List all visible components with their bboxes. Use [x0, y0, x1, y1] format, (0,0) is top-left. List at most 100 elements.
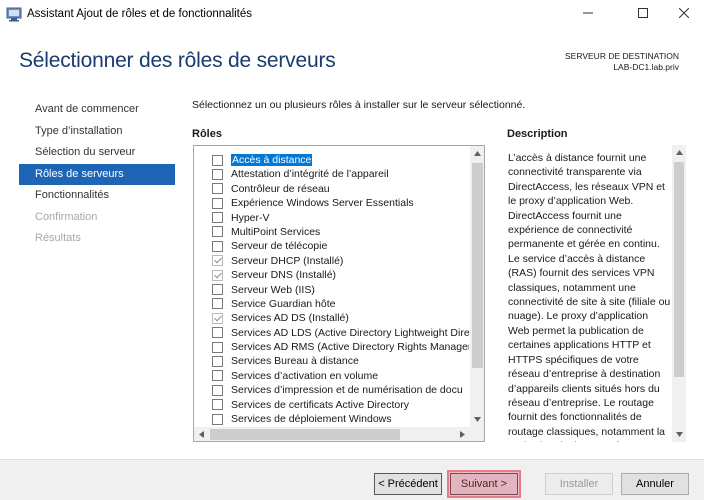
maximize-icon [638, 8, 648, 21]
install-button: Installer [545, 473, 613, 495]
roles-vertical-scrollbar[interactable] [470, 146, 484, 427]
checkbox[interactable] [212, 384, 223, 396]
nav-item-resultats: Résultats [35, 232, 81, 244]
nav-item-type-installation[interactable]: Type d’installation [19, 121, 175, 143]
minimize-button[interactable] [565, 0, 611, 29]
role-label: Accès à distance [231, 154, 313, 166]
role-label: Services d’impression et de numérisation… [231, 384, 463, 397]
scroll-thumb[interactable] [210, 429, 400, 440]
role-item[interactable]: Services de déploiement Windows [194, 412, 469, 426]
checkbox[interactable] [212, 341, 223, 353]
role-item[interactable]: Services d’activation en volume [194, 369, 469, 383]
scroll-up-icon[interactable] [470, 146, 484, 161]
nav-item-avant-de-commencer[interactable]: Avant de commencer [19, 99, 175, 121]
role-item[interactable]: Services Bureau à distance [194, 354, 469, 368]
checkbox[interactable] [212, 327, 223, 339]
checkbox[interactable] [212, 226, 223, 238]
minimize-icon [583, 8, 593, 21]
role-item[interactable]: Services AD DS (Installé) [194, 311, 469, 325]
role-label: MultiPoint Services [231, 225, 321, 238]
checkbox[interactable] [212, 168, 223, 180]
scroll-down-icon[interactable] [470, 412, 484, 427]
role-label: Expérience Windows Server Essentials [231, 197, 414, 210]
close-button[interactable] [664, 0, 704, 29]
role-item[interactable]: Service Guardian hôte [194, 297, 469, 311]
destination-label: SERVEUR DE DESTINATION [565, 51, 679, 61]
role-label: Services AD LDS (Active Directory Lightw… [231, 326, 469, 339]
previous-button[interactable]: < Précédent [374, 473, 442, 495]
destination-server-name: LAB-DC1.lab.priv [613, 62, 679, 72]
checkbox[interactable] [212, 284, 223, 296]
scroll-up-icon[interactable] [672, 145, 686, 160]
role-label: Services de déploiement Windows [231, 413, 392, 426]
roles-horizontal-scrollbar[interactable] [194, 427, 470, 441]
nav-item-selection-serveur[interactable]: Sélection du serveur [19, 142, 175, 164]
checkbox[interactable] [212, 355, 223, 367]
role-item[interactable]: Services AD LDS (Active Directory Lightw… [194, 326, 469, 340]
role-label: Serveur DNS (Installé) [231, 269, 337, 282]
roles-list: Accès à distance Attestation d’intégrité … [194, 153, 469, 426]
server-manager-icon [6, 7, 22, 22]
nav-item-roles-serveurs[interactable]: Rôles de serveurs [19, 163, 175, 185]
checkbox[interactable] [212, 399, 223, 411]
description-text: L’accès à distance fournit une connectiv… [508, 152, 671, 442]
role-item[interactable]: Serveur DNS (Installé) [194, 268, 469, 282]
role-label: Services AD DS (Installé) [231, 312, 349, 325]
checkbox[interactable] [212, 240, 223, 252]
description-header: Description [507, 128, 568, 140]
nav-item-confirmation: Confirmation [35, 210, 98, 223]
scroll-right-icon[interactable] [455, 427, 470, 441]
role-item[interactable]: Hyper-V [194, 211, 469, 225]
role-item[interactable]: Serveur Web (IIS) [194, 283, 469, 297]
role-label: Services de certificats Active Directory [231, 398, 409, 411]
role-label: Serveur DHCP (Installé) [231, 254, 344, 267]
scroll-thumb[interactable] [472, 163, 483, 368]
cancel-button[interactable]: Annuler [621, 473, 689, 495]
checkbox[interactable] [212, 183, 223, 195]
checkbox-checked[interactable] [212, 312, 223, 324]
scroll-left-icon[interactable] [194, 427, 209, 441]
description-panel: L’accès à distance fournit une connectiv… [506, 145, 686, 442]
close-icon [678, 7, 690, 21]
scroll-thumb[interactable] [674, 162, 684, 377]
nav-item-fonctionnalites[interactable]: Fonctionnalités [19, 185, 175, 207]
role-label: Serveur Web (IIS) [231, 283, 315, 296]
role-label: Services d’activation en volume [231, 369, 379, 382]
checkbox[interactable] [212, 197, 223, 209]
role-item[interactable]: Services AD RMS (Active Directory Rights… [194, 340, 469, 354]
checkbox-checked[interactable] [212, 269, 223, 281]
role-item[interactable]: Accès à distance [194, 153, 469, 167]
instruction-text: Sélectionnez un ou plusieurs rôles à ins… [192, 99, 526, 111]
wizard-nav: Avant de commencer Type d’installation S… [19, 99, 175, 250]
checkbox[interactable] [212, 298, 223, 310]
role-item[interactable]: Contrôleur de réseau [194, 182, 469, 196]
role-item[interactable]: Services d’impression et de numérisation… [194, 383, 469, 397]
role-label: Attestation d’intégrité de l’appareil [231, 168, 389, 181]
role-label: Service Guardian hôte [231, 297, 336, 310]
role-item[interactable]: MultiPoint Services [194, 225, 469, 239]
scrollbar-corner [470, 427, 484, 441]
checkbox[interactable] [212, 413, 223, 425]
role-item[interactable]: Services de certificats Active Directory [194, 398, 469, 412]
description-scrollbar[interactable] [672, 145, 686, 442]
destination-server-info: SERVEUR DE DESTINATION LAB-DC1.lab.priv [565, 51, 679, 73]
role-item[interactable]: Serveur DHCP (Installé) [194, 254, 469, 268]
page-title: Sélectionner des rôles de serveurs [19, 49, 336, 72]
checkbox-checked[interactable] [212, 255, 223, 267]
next-button[interactable]: Suivant > [450, 473, 518, 495]
title-bar: Assistant Ajout de rôles et de fonctionn… [0, 0, 704, 30]
checkbox[interactable] [212, 154, 223, 166]
role-label: Hyper-V [231, 211, 270, 224]
scroll-down-icon[interactable] [672, 427, 686, 442]
role-item[interactable]: Expérience Windows Server Essentials [194, 196, 469, 210]
role-label: Serveur de télécopie [231, 240, 328, 253]
checkbox[interactable] [212, 370, 223, 382]
role-item[interactable]: Serveur de télécopie [194, 239, 469, 253]
role-item[interactable]: Attestation d’intégrité de l’appareil [194, 167, 469, 181]
wizard-footer: < Précédent Suivant > Installer Annuler [0, 459, 704, 500]
checkbox[interactable] [212, 212, 223, 224]
maximize-button[interactable] [620, 0, 666, 29]
role-label: Contrôleur de réseau [231, 182, 330, 195]
roles-tree[interactable]: Accès à distance Attestation d’intégrité … [193, 145, 485, 442]
role-label: Services Bureau à distance [231, 355, 359, 368]
